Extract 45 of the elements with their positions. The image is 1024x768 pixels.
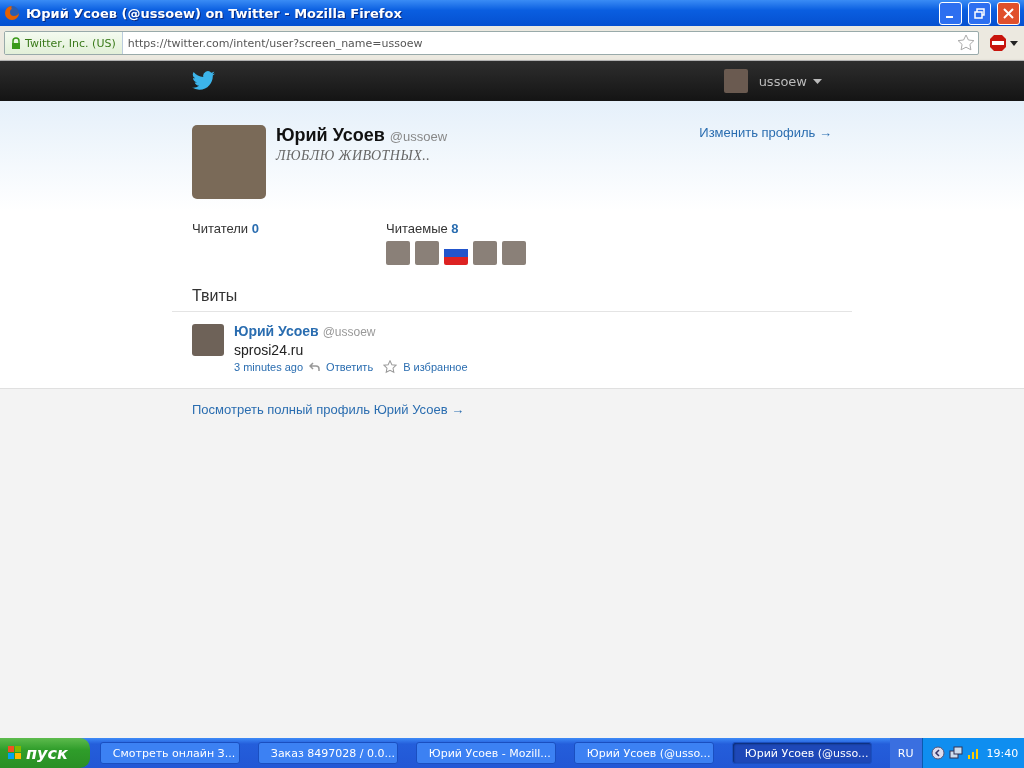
avatar-photo[interactable] [723, 69, 748, 93]
taskbar-button[interactable]: Заказ 8497028 / 0.0... [257, 742, 398, 764]
address-field[interactable]: Twitter, Inc. (US) https://twitter.com/intent/user?screen_name=ussoew [4, 31, 979, 55]
tweet-handle: @ussoew [322, 325, 376, 339]
minimize-button[interactable] [939, 1, 962, 25]
profile-handle: @ussoew [389, 129, 448, 144]
tweets-heading: Твиты [192, 287, 239, 306]
tweet-author[interactable]: Юрий Усоев [234, 323, 319, 339]
tweet-time[interactable]: 3 minutes ago [234, 361, 304, 373]
restore-icon [974, 7, 985, 19]
window-title: Юрий Усоев (@ussoew) on Twitter - Mozilla Firefox [26, 5, 403, 21]
account-menu[interactable]: ussoew [758, 73, 807, 89]
close-icon [1003, 7, 1014, 19]
firefox-icon [4, 5, 20, 21]
taskbar-button[interactable]: Юрий Усоев (@usso... [573, 742, 714, 764]
site-identity[interactable]: Twitter, Inc. (US) [5, 32, 123, 54]
edit-profile-link[interactable]: Изменить профиль → [699, 125, 832, 199]
clock: 19:40 [986, 746, 1019, 760]
taskbar-button[interactable]: Смотреть онлайн З... [99, 742, 240, 764]
taskbar-button[interactable]: Юрий Усоев (@usso... [731, 742, 872, 764]
caret-icon[interactable] [813, 78, 822, 84]
following-count[interactable]: Читаемые 8 [386, 221, 459, 236]
windows-logo-icon [8, 746, 22, 760]
bookmark-star-icon[interactable] [957, 34, 975, 52]
profile-bio: ЛЮБЛЮ ЖИВОТНЫХ.. [276, 148, 432, 164]
close-button[interactable] [997, 1, 1020, 25]
minimize-icon [946, 16, 953, 18]
bird-logo-icon[interactable] [192, 71, 216, 91]
adblock-icon[interactable] [989, 34, 1007, 52]
language-indicator[interactable]: RU [889, 738, 922, 768]
caret-icon[interactable] [1010, 40, 1018, 46]
profile-name: Юрий Усоев [276, 125, 385, 145]
star-icon[interactable] [383, 360, 398, 374]
reply-link[interactable]: Ответить [326, 361, 374, 373]
taskbar-button[interactable]: Юрий Усоев - Mozill... [415, 742, 556, 764]
tweet-text: sprosi24.ru [234, 342, 305, 358]
lock-icon [11, 37, 21, 49]
restore-button[interactable] [968, 1, 991, 25]
network-icon[interactable] [948, 746, 963, 760]
start-button[interactable]: пуск [0, 738, 90, 768]
reply-icon[interactable] [309, 362, 321, 372]
followers-count[interactable]: Читатели 0 [192, 221, 259, 236]
full-profile-link[interactable]: Посмотреть полный профиль Юрий Усоев → [192, 402, 465, 417]
favorite-link[interactable]: В избранное [403, 361, 468, 373]
signal-icon[interactable] [966, 747, 979, 759]
